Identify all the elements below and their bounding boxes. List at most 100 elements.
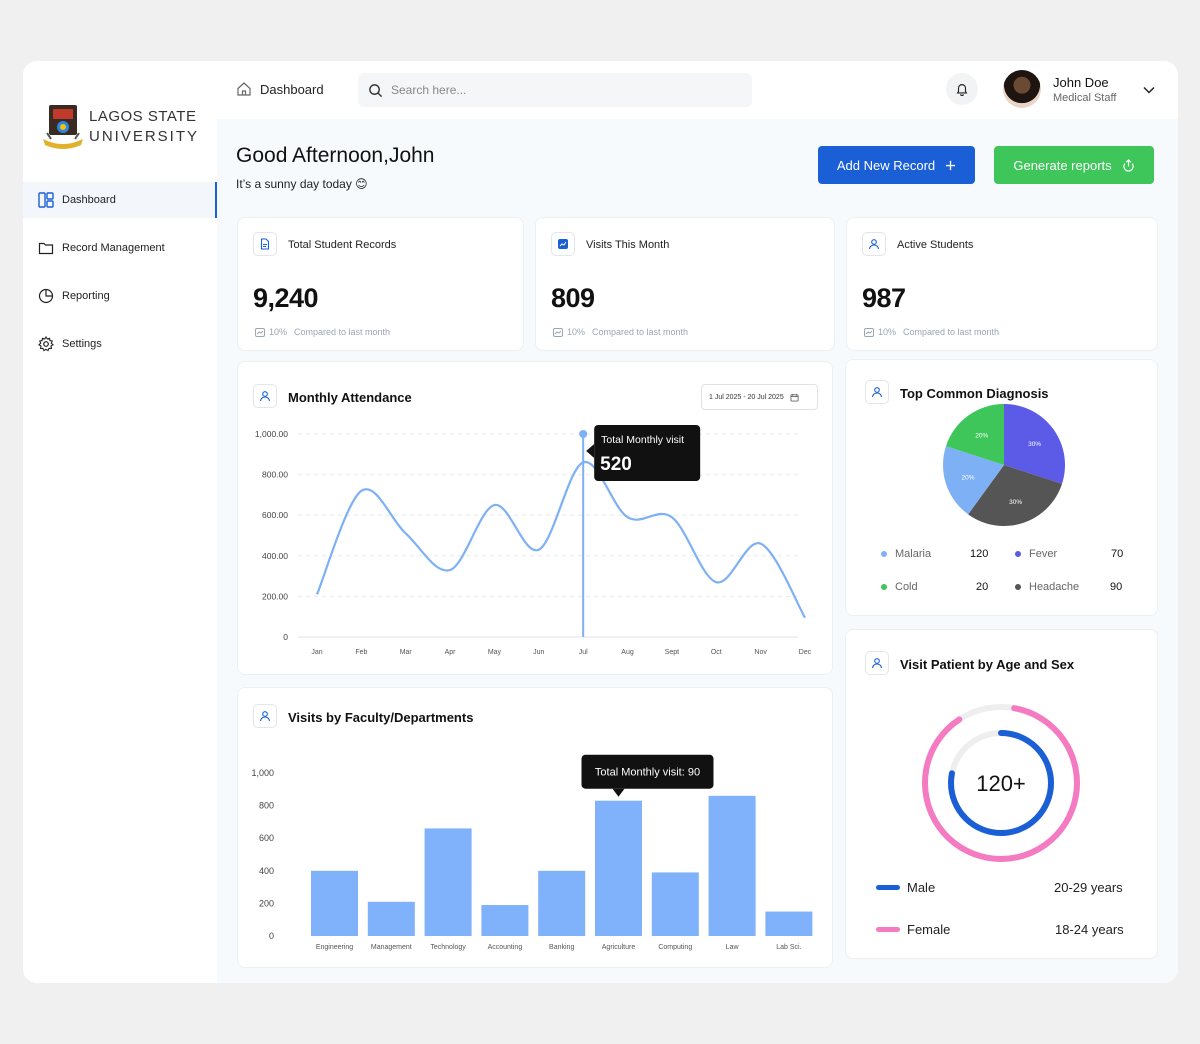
hover-marker-dot xyxy=(579,430,588,438)
diagnosis-pie-chart: 30% 30% 20% 20% xyxy=(943,404,1065,526)
legend-value: 90 xyxy=(1110,581,1123,593)
x-tick-label: May xyxy=(488,649,502,656)
y-tick-label: 800.00 xyxy=(262,470,288,480)
legend-swatch xyxy=(876,885,900,890)
topbar: Dashboard John Doe Medical Staff xyxy=(217,61,1178,119)
x-tick-label: Engineering xyxy=(316,944,353,951)
bar xyxy=(424,828,472,936)
sidebar-nav: Dashboard Record Management Reporting Se… xyxy=(23,182,217,374)
faculty-card: Visits by Faculty/Departments 0 200 400 600… xyxy=(237,687,833,968)
tooltip-label: Total Monthly visit: 90 xyxy=(595,767,700,779)
bar xyxy=(708,795,756,936)
date-range-picker[interactable]: 1 Jul 2025 - 20 Jul 2025 xyxy=(701,384,818,410)
date-range-label: 1 Jul 2025 - 20 Jul 2025 xyxy=(709,393,784,401)
x-tick-label: Jun xyxy=(533,649,544,656)
stat-change-pct: 10% xyxy=(567,327,586,337)
avatar xyxy=(1003,70,1041,108)
generate-reports-button[interactable]: Generate reports xyxy=(994,146,1154,184)
x-tick-label: Sept xyxy=(665,649,679,656)
x-tick-label: Technology xyxy=(430,944,466,951)
legend-label: Fever xyxy=(1029,548,1058,560)
bar xyxy=(367,901,415,936)
legend-dot xyxy=(881,551,887,557)
sidebar-item-label: Reporting xyxy=(62,290,110,302)
attendance-series-line xyxy=(315,461,806,619)
pie-slice-label: 20% xyxy=(975,432,988,439)
search-bar xyxy=(358,73,752,107)
stat-card-active-students: Active Students 987 10% Compared to last… xyxy=(846,217,1158,351)
search-icon xyxy=(369,83,383,97)
age-sex-card: Visit Patient by Age and Sex 120+ Male 2… xyxy=(845,629,1158,959)
stat-title: Visits This Month xyxy=(586,239,670,251)
logo-line1: LAGOS STATE xyxy=(89,108,197,125)
legend-dot xyxy=(1015,584,1021,590)
user-icon xyxy=(253,704,277,728)
generate-reports-label: Generate reports xyxy=(1013,157,1112,173)
calendar-icon xyxy=(790,393,799,402)
stat-title: Active Students xyxy=(897,239,974,251)
breadcrumb[interactable]: Dashboard xyxy=(236,81,324,97)
legend-swatch xyxy=(876,927,900,932)
legend-label: Male xyxy=(907,880,936,895)
pie-chart-icon xyxy=(38,288,54,304)
bar xyxy=(311,870,358,936)
y-tick-label: 600.00 xyxy=(262,510,288,520)
y-tick-label: 0 xyxy=(269,931,274,941)
tooltip-pointer xyxy=(586,444,595,458)
stat-change: 10% Compared to last month xyxy=(864,327,999,337)
x-tick-label: Nov xyxy=(754,649,767,656)
sidebar-item-record-management[interactable]: Record Management xyxy=(23,230,217,266)
legend-value: 20 xyxy=(976,581,989,593)
chevron-down-icon[interactable] xyxy=(1142,83,1156,97)
stat-card-visits-month: Visits This Month 809 10% Compared to la… xyxy=(535,217,835,351)
add-record-button[interactable]: Add New Record xyxy=(818,146,975,184)
y-tick-label: 600 xyxy=(259,833,274,843)
tooltip-value: 520 xyxy=(600,454,632,475)
x-tick-label: Banking xyxy=(549,944,574,951)
legend-dot xyxy=(881,584,887,590)
stat-value: 987 xyxy=(862,283,906,313)
sidebar-item-dashboard[interactable]: Dashboard xyxy=(23,182,217,218)
sidebar: LAGOS STATE UNIVERSITY Dashboard Record … xyxy=(23,61,217,983)
legend-item: Cold xyxy=(881,581,918,593)
sidebar-item-settings[interactable]: Settings xyxy=(23,326,217,362)
user-icon xyxy=(253,384,277,408)
y-tick-label: 400 xyxy=(259,866,274,876)
sidebar-item-reporting[interactable]: Reporting xyxy=(23,278,217,314)
age-range: 20-29 years xyxy=(1054,880,1123,895)
legend-dot xyxy=(1015,551,1021,557)
user-icon xyxy=(862,232,886,256)
legend-value: 120 xyxy=(970,548,989,560)
x-tick-label: Feb xyxy=(355,649,367,656)
attendance-line-chart: 0 200.00 400.00 600.00 800.00 1,000.00 Jan Feb M… xyxy=(255,425,812,656)
folder-icon xyxy=(38,242,54,255)
legend-item: Malaria xyxy=(881,548,931,560)
x-tick-label: Apr xyxy=(445,649,457,656)
pie-slice-label: 20% xyxy=(962,475,975,482)
x-tick-label: Agriculture xyxy=(602,944,636,951)
x-tick-label: Jul xyxy=(579,649,588,656)
bell-icon xyxy=(956,84,968,96)
x-tick-label: Computing xyxy=(658,944,692,951)
faculty-bar-chart: 0 200 400 600 800 1,000 Engineering Management T… xyxy=(251,754,813,951)
crest-icon xyxy=(43,105,83,149)
age-range: 18-24 years xyxy=(1055,922,1124,937)
sidebar-item-label: Settings xyxy=(62,338,102,350)
logo-line2: UNIVERSITY xyxy=(89,128,200,145)
page-title: Good Afternoon,John xyxy=(236,144,435,167)
user-role: Medical Staff xyxy=(1053,91,1117,104)
y-tick-label: 800 xyxy=(259,801,274,811)
search-input[interactable] xyxy=(391,83,721,97)
upload-icon xyxy=(1122,158,1134,172)
age-sex-title: Visit Patient by Age and Sex xyxy=(900,657,1075,672)
university-logo[interactable]: LAGOS STATE UNIVERSITY xyxy=(41,103,199,151)
y-tick-label: 1,000.00 xyxy=(255,429,288,439)
user-icon xyxy=(865,380,889,404)
stat-compare: Compared to last month xyxy=(903,327,1000,337)
document-icon xyxy=(253,232,277,256)
user-profile[interactable]: John Doe Medical Staff xyxy=(1003,70,1116,108)
x-tick-label: Law xyxy=(726,944,740,951)
add-record-label: Add New Record xyxy=(836,157,936,173)
main-area: Dashboard John Doe Medical Staff Good Af… xyxy=(217,61,1178,983)
notification-button[interactable] xyxy=(946,73,978,105)
